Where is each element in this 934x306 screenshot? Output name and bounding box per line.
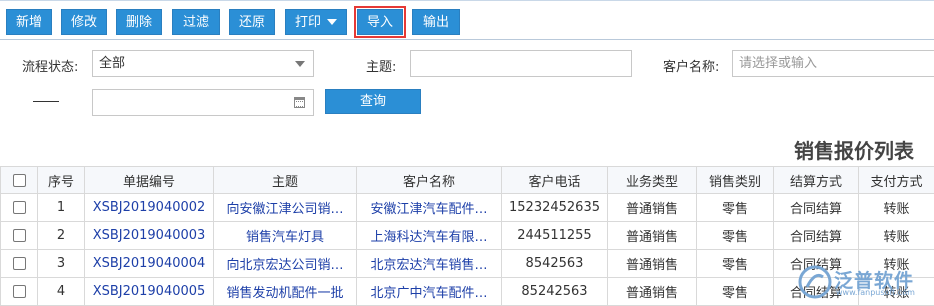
column-header[interactable]: 客户名称 [356,166,502,194]
document-code-link[interactable]: XSBJ2019040005 [84,277,214,306]
customer-phone: 15232452635 [501,193,608,222]
select-all-checkbox[interactable] [12,173,26,187]
row-select-cell[interactable] [0,277,38,306]
edit-button[interactable]: 修改 [61,9,107,35]
row-select-cell[interactable] [0,221,38,250]
delete-button[interactable]: 删除 [116,9,162,35]
subject-link[interactable]: 向安徽江津公司销… [213,193,357,222]
toolbar: 新增 修改 删除 过滤 还原 打印 导入 输出 [0,0,934,40]
subject-label: 主题: [366,60,397,75]
row-checkbox[interactable] [12,201,26,214]
row-checkbox[interactable] [12,285,26,298]
row-select-cell[interactable] [0,249,38,278]
customer-phone: 244511255 [501,221,608,250]
status-value: 全部 [99,56,126,71]
status-label: 流程状态: [22,60,79,75]
customer-link[interactable]: 安徽江津汽车配件… [356,193,502,222]
restore-button[interactable]: 还原 [229,9,275,35]
business-type: 普通销售 [607,249,697,278]
business-type: 普通销售 [607,277,697,306]
column-header[interactable]: 结算方式 [773,166,859,194]
column-header[interactable]: 支付方式 [858,166,934,194]
settlement-method: 合同结算 [773,221,859,250]
date-range-separator [33,101,59,102]
business-type: 普通销售 [607,193,697,222]
column-header[interactable]: 主题 [213,166,357,194]
customer-phone: 8542563 [501,249,608,278]
watermark-url: www.fanpusoft.com [836,288,915,297]
table-row[interactable]: 2 XSBJ2019040003 销售汽车灯具 上海科达汽车有限… 244511… [0,221,934,250]
row-number: 4 [37,277,85,306]
customer-phone: 85242563 [501,277,608,306]
sales-category: 零售 [696,249,774,278]
watermark-logo: 泛普软件 www.fanpusoft.com [796,262,926,302]
report-title: 销售报价列表 [794,139,914,163]
table-header-row: 序号 单据编号 主题 客户名称 客户电话 业务类型 销售类别 结算方式 支付方式 [0,166,934,194]
sales-category: 零售 [696,193,774,222]
calendar-icon[interactable] [294,97,305,108]
business-type: 普通销售 [607,221,697,250]
settlement-method: 合同结算 [773,193,859,222]
customer-input[interactable]: 请选择或输入 [732,50,934,77]
column-header[interactable]: 业务类型 [607,166,697,194]
document-code-link[interactable]: XSBJ2019040002 [84,193,214,222]
column-header[interactable]: 序号 [37,166,85,194]
table-row[interactable]: 1 XSBJ2019040002 向安徽江津公司销… 安徽江津汽车配件… 152… [0,193,934,222]
column-header[interactable]: 销售类别 [696,166,774,194]
document-code-link[interactable]: XSBJ2019040004 [84,249,214,278]
sales-category: 零售 [696,277,774,306]
customer-link[interactable]: 上海科达汽车有限… [356,221,502,250]
row-checkbox[interactable] [12,257,26,270]
payment-method: 转账 [858,193,934,222]
print-label: 打印 [294,15,321,30]
subject-link[interactable]: 向北京宏达公司销… [213,249,357,278]
customer-label: 客户名称: [663,60,720,75]
subject-input[interactable] [410,50,632,77]
row-checkbox[interactable] [12,229,26,242]
date-input[interactable] [92,89,314,116]
customer-link[interactable]: 北京广中汽车配件… [356,277,502,306]
add-button[interactable]: 新增 [6,9,52,35]
row-number: 2 [37,221,85,250]
row-number: 3 [37,249,85,278]
print-button[interactable]: 打印 [285,9,347,35]
logo-icon [798,265,832,299]
sales-category: 零售 [696,221,774,250]
chevron-down-icon [327,19,337,25]
customer-link[interactable]: 北京宏达汽车销售… [356,249,502,278]
table-row[interactable]: 3 XSBJ2019040004 向北京宏达公司销… 北京宏达汽车销售… 854… [0,249,934,278]
table-row[interactable]: 4 XSBJ2019040005 销售发动机配件一批 北京广中汽车配件… 852… [0,277,934,306]
sales-quote-table: 序号 单据编号 主题 客户名称 客户电话 业务类型 销售类别 结算方式 支付方式… [0,166,934,306]
column-header[interactable]: 单据编号 [84,166,214,194]
column-header[interactable]: 客户电话 [501,166,608,194]
payment-method: 转账 [858,221,934,250]
row-select-cell[interactable] [0,193,38,222]
subject-link[interactable]: 销售发动机配件一批 [213,277,357,306]
select-all-cell[interactable] [0,166,38,194]
export-button[interactable]: 输出 [412,9,460,35]
row-number: 1 [37,193,85,222]
document-code-link[interactable]: XSBJ2019040003 [84,221,214,250]
status-select[interactable]: 全部 [92,50,314,77]
import-button[interactable]: 导入 [354,6,406,38]
subject-link[interactable]: 销售汽车灯具 [213,221,357,250]
chevron-down-icon [295,61,305,67]
query-button[interactable]: 查询 [325,89,421,114]
filter-button[interactable]: 过滤 [172,9,220,35]
